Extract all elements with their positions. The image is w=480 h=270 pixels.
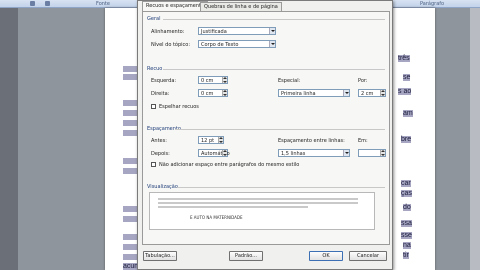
line-spacing-at-label: Em:: [358, 138, 368, 144]
outline-level-label: Nível do tópico:: [151, 42, 191, 48]
ribbon-clipboard-icon[interactable]: [30, 1, 35, 6]
indent-by-label: Por:: [358, 78, 368, 84]
alignment-value: Justificada: [201, 29, 227, 35]
spinner-arrows-icon[interactable]: [222, 90, 227, 96]
doc-fragment: três: [398, 55, 410, 62]
indent-left-label: Esquerda:: [151, 78, 177, 84]
section-divider: [163, 19, 385, 20]
doc-fragment: am: [403, 110, 413, 117]
spinner-arrows-icon[interactable]: [222, 77, 227, 83]
doc-fragment: sse: [401, 232, 412, 239]
doc-line: [123, 100, 137, 106]
doc-line: [123, 168, 137, 174]
indent-by-value: 2 cm: [361, 91, 374, 97]
spacing-after-spinner[interactable]: Automático: [198, 149, 230, 157]
doc-fragment: tir: [403, 252, 409, 259]
preview-section-title: Visualização: [147, 184, 178, 190]
ribbon-group-paragraph: Parágrafo: [420, 1, 445, 7]
indent-left-value: 0 cm: [201, 78, 214, 84]
doc-fragment: s ao: [398, 88, 412, 95]
doc-fragment: se: [403, 74, 411, 81]
tab-indent-spacing[interactable]: Recuos e espaçamento: [142, 1, 209, 11]
preview-line: [158, 198, 358, 200]
doc-line: [123, 216, 137, 222]
no-space-same-style-checkbox[interactable]: [151, 162, 156, 167]
line-spacing-label: Espaçamento entre linhas:: [278, 138, 345, 144]
line-spacing-at-spinner[interactable]: [358, 149, 386, 157]
mirror-indents-label: Espelhar recuos: [159, 104, 199, 110]
alignment-select[interactable]: Justificada: [198, 27, 276, 35]
special-value: Primeira linha: [281, 91, 316, 97]
doc-line: [123, 120, 137, 126]
indent-right-label: Direita:: [151, 91, 170, 97]
right-edge: [470, 8, 480, 270]
chevron-down-icon[interactable]: [269, 41, 275, 47]
indent-by-spinner[interactable]: 2 cm: [358, 89, 386, 97]
mirror-indents-checkbox[interactable]: [151, 104, 156, 109]
cancel-button[interactable]: Cancelar: [349, 251, 387, 261]
section-divider: [163, 69, 385, 70]
doc-fragment: do: [403, 204, 411, 211]
tab-line-page-breaks[interactable]: Quebras de linha e de página: [200, 2, 282, 11]
spacing-before-spinner[interactable]: 12 pt: [198, 136, 224, 144]
doc-line: [123, 66, 137, 72]
ok-button[interactable]: OK: [309, 251, 343, 261]
general-section-title: Geral: [147, 16, 161, 22]
doc-line: [123, 244, 137, 250]
set-default-button[interactable]: Padrão...: [229, 251, 263, 261]
ribbon-format-icon[interactable]: [45, 1, 50, 6]
outline-level-select[interactable]: Corpo de Texto: [198, 40, 276, 48]
doc-line: [123, 234, 137, 240]
chevron-down-icon[interactable]: [343, 90, 349, 96]
indent-right-value: 0 cm: [201, 91, 214, 97]
doc-fragment: na: [403, 242, 411, 249]
chevron-down-icon[interactable]: [343, 150, 349, 156]
left-edge: [0, 8, 18, 270]
doc-fragment: bre: [401, 136, 412, 143]
indent-left-spinner[interactable]: 0 cm: [198, 76, 228, 84]
line-spacing-value: 1,5 linhas: [281, 151, 306, 157]
outline-level-value: Corpo de Texto: [201, 42, 239, 48]
alignment-label: Alinhamento:: [151, 29, 185, 35]
special-select[interactable]: Primeira linha: [278, 89, 350, 97]
paragraph-dialog: Recuos e espaçamento Quebras de linha e …: [137, 0, 393, 270]
no-space-same-style-label: Não adicionar espaço entre parágrafos do…: [159, 162, 300, 168]
preview-line: [158, 206, 308, 208]
doc-line: [123, 158, 137, 164]
special-label: Especial:: [278, 78, 301, 84]
spinner-arrows-icon[interactable]: [380, 90, 385, 96]
doc-line: [123, 130, 137, 136]
tabs-button[interactable]: Tabulação...: [143, 251, 177, 261]
doc-fragment: ssa: [401, 220, 412, 227]
preview-line: [158, 202, 358, 204]
spacing-after-label: Depois:: [151, 151, 170, 157]
preview-sample-text: E AUTO NA MATERNIDADE: [190, 215, 243, 220]
line-spacing-select[interactable]: 1,5 linhas: [278, 149, 350, 157]
section-divider: [177, 187, 385, 188]
spinner-arrows-icon[interactable]: [222, 150, 227, 156]
spacing-before-value: 12 pt: [201, 138, 215, 144]
doc-fragment: car: [401, 180, 411, 187]
spinner-arrows-icon[interactable]: [218, 137, 223, 143]
indent-section-title: Recuo: [147, 66, 163, 72]
spinner-arrows-icon[interactable]: [380, 150, 385, 156]
ribbon-group-font: Fonte: [96, 1, 110, 7]
doc-line: [123, 206, 137, 212]
doc-fragment: ças: [401, 190, 412, 197]
doc-line: [123, 254, 137, 260]
doc-line: [123, 74, 137, 80]
doc-line: [123, 110, 137, 116]
indent-right-spinner[interactable]: 0 cm: [198, 89, 228, 97]
spacing-before-label: Antes:: [151, 138, 167, 144]
chevron-down-icon[interactable]: [269, 28, 275, 34]
preview-box: E AUTO NA MATERNIDADE: [149, 192, 375, 230]
section-divider: [175, 129, 385, 130]
